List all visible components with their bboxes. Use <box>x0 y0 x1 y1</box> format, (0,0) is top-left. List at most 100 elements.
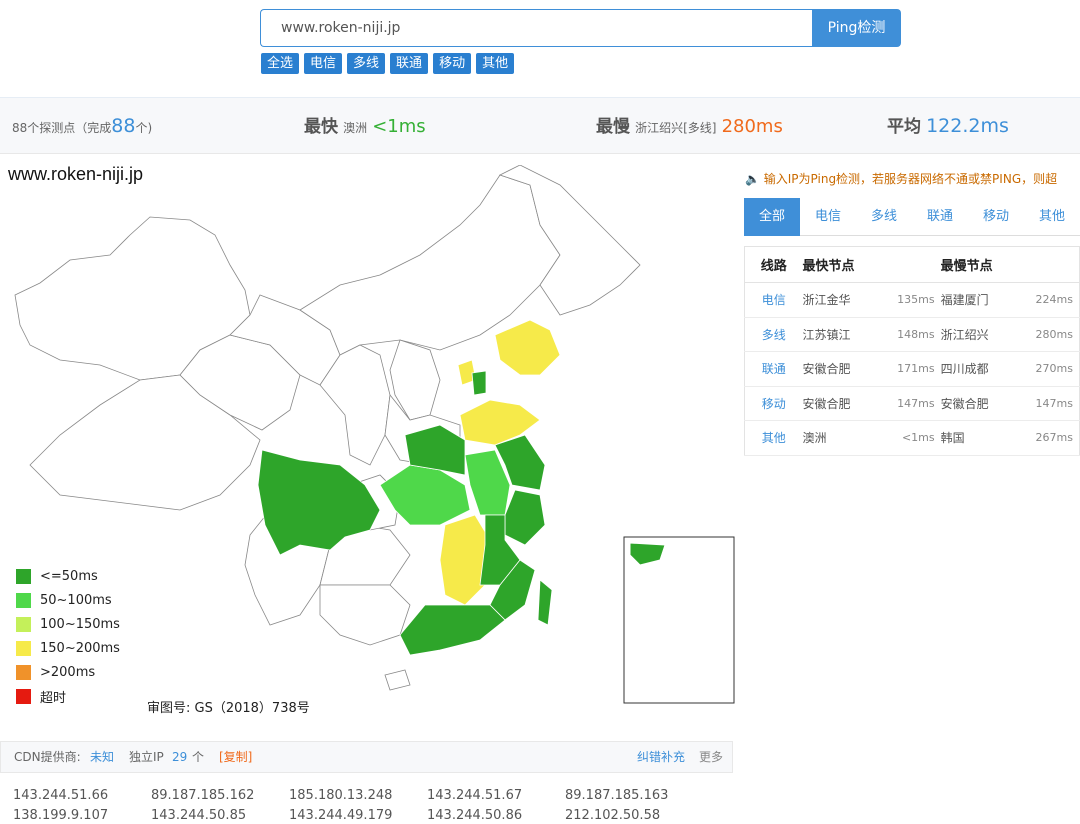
tab-mobile[interactable]: 移动 <box>968 198 1024 236</box>
row-slow-node: 四川成都 <box>940 351 1014 387</box>
ip-address: 143.244.51.67 <box>427 788 523 803</box>
report-correction-link[interactable]: 纠错补充 <box>637 742 685 773</box>
ip-address: 89.187.185.162 <box>151 788 255 803</box>
row-fast-node: 安徽合肥 <box>802 386 875 421</box>
region-tianjin <box>471 370 487 396</box>
table-row: 其他 澳洲 <1ms 韩国 267ms <box>744 420 1080 456</box>
legend-item: >200ms <box>16 660 120 684</box>
row-line[interactable]: 联通 <box>744 351 803 387</box>
legend-label: 超时 <box>40 690 67 706</box>
legend-item: 100~150ms <box>16 612 120 636</box>
row-slow-ms: 270ms <box>1013 351 1080 387</box>
tab-telecom[interactable]: 电信 <box>800 198 856 236</box>
row-line[interactable]: 其他 <box>744 420 803 456</box>
ping-button[interactable]: Ping检测 <box>812 9 901 47</box>
table-row: 多线 江苏镇江 148ms 浙江绍兴 280ms <box>744 317 1080 352</box>
line-tabs: 全部 电信 多线 联通 移动 其他 <box>744 198 1080 236</box>
slowest-value: 280ms <box>721 116 783 137</box>
fastest-location: 澳洲 <box>343 121 368 135</box>
ip-address: 212.102.50.58 <box>565 808 661 823</box>
region-hunan <box>439 514 491 606</box>
legend-swatch <box>16 592 31 608</box>
row-line[interactable]: 电信 <box>744 282 803 318</box>
row-fast-ms: 171ms <box>875 351 941 387</box>
row-fast-node: 江苏镇江 <box>802 317 875 352</box>
slowest-label: 最慢 <box>596 117 630 137</box>
row-fast-ms: 147ms <box>875 386 941 421</box>
row-slow-node: 安徽合肥 <box>940 386 1014 421</box>
row-slow-ms: 224ms <box>1013 282 1080 318</box>
row-slow-ms: 267ms <box>1013 420 1080 456</box>
filter-mobile-button[interactable]: 移动 <box>433 53 472 74</box>
row-line[interactable]: 移动 <box>744 386 803 421</box>
legend-label: 100~150ms <box>40 616 120 632</box>
map-legend: <=50ms 50~100ms 100~150ms 150~200ms >200… <box>16 564 120 708</box>
legend-label: 150~200ms <box>40 640 120 656</box>
table-row: 移动 安徽合肥 147ms 安徽合肥 147ms <box>744 386 1080 421</box>
row-fast-ms: 135ms <box>875 282 941 318</box>
region-liaoning-hebei <box>494 319 561 376</box>
table-row: 联通 安徽合肥 171ms 四川成都 270ms <box>744 351 1080 387</box>
table-header-row: 线路 最快节点 最慢节点 <box>744 246 1080 283</box>
copy-ip-link[interactable]: [复制] <box>219 742 252 773</box>
filter-unicom-button[interactable]: 联通 <box>390 53 429 74</box>
region-hainan <box>384 669 411 691</box>
more-link[interactable]: 更多 <box>699 742 723 773</box>
tab-all[interactable]: 全部 <box>744 198 800 236</box>
row-fast-ms: 148ms <box>875 317 941 352</box>
average-label: 平均 <box>887 117 921 137</box>
ip-address: 143.244.50.85 <box>151 808 247 823</box>
legend-swatch <box>16 664 31 680</box>
ip-address: 89.187.185.163 <box>565 788 669 803</box>
node-done-count: 88 <box>111 115 136 137</box>
slowest-stat: 最慢 浙江绍兴[多线] 280ms <box>596 98 783 155</box>
ip-address: 143.244.50.86 <box>427 808 523 823</box>
line-filters: 全选 电信 多线 联通 移动 其他 <box>261 53 515 74</box>
filter-telecom-button[interactable]: 电信 <box>304 53 343 74</box>
unique-ip-unit: 个 <box>192 750 205 764</box>
ip-address: 143.244.49.179 <box>289 808 393 823</box>
node-count-tail: 个) <box>135 121 153 135</box>
unique-ip-label: 独立IP <box>129 750 164 764</box>
average-value: 122.2ms <box>926 115 1009 137</box>
map-approval-number: 审图号: GS（2018）738号 <box>147 701 310 716</box>
header-fastest: 最快节点 <box>802 246 941 283</box>
ip-address: 185.180.13.248 <box>289 788 393 803</box>
stats-bar: 88个探测点（完成88个) 最快 澳洲 <1ms 最慢 浙江绍兴[多线] 280… <box>0 97 1080 154</box>
notice-text: 🔈 输入IP为Ping检测，若服务器网络不通或禁PING，则超 <box>745 172 1058 186</box>
region-guangdong <box>399 604 506 656</box>
region-taiwan <box>537 579 553 626</box>
region-zhejiang <box>504 489 546 546</box>
cdn-provider-value[interactable]: 未知 <box>90 742 114 773</box>
legend-item: 50~100ms <box>16 588 120 612</box>
legend-item: <=50ms <box>16 564 120 588</box>
header-slowest: 最慢节点 <box>940 246 1080 283</box>
fastest-value: <1ms <box>372 116 426 137</box>
row-slow-ms: 280ms <box>1013 317 1080 352</box>
legend-item: 150~200ms <box>16 636 120 660</box>
row-slow-node: 福建厦门 <box>940 282 1014 318</box>
tab-multiline[interactable]: 多线 <box>856 198 912 236</box>
legend-label: 50~100ms <box>40 592 112 608</box>
tab-other[interactable]: 其他 <box>1024 198 1080 236</box>
legend-label: <=50ms <box>40 568 98 584</box>
row-fast-ms: <1ms <box>875 420 941 456</box>
tab-unicom[interactable]: 联通 <box>912 198 968 236</box>
ip-list-row: 143.244.51.66 89.187.185.162 185.180.13.24… <box>13 788 703 803</box>
south-china-sea-inset <box>623 536 735 704</box>
row-fast-node: 安徽合肥 <box>802 351 875 387</box>
legend-item: 超时 <box>16 684 120 708</box>
average-stat: 平均 122.2ms <box>887 98 1009 155</box>
filter-other-button[interactable]: 其他 <box>476 53 515 74</box>
region-shandong <box>459 399 541 446</box>
unique-ip-count: 29 <box>172 750 188 764</box>
header: www.roken-niji.jp Ping检测 全选 电信 多线 联通 移动 … <box>0 0 1080 97</box>
row-line[interactable]: 多线 <box>744 317 803 352</box>
search-input[interactable]: www.roken-niji.jp <box>260 9 812 47</box>
header-line: 线路 <box>744 246 803 283</box>
filter-multiline-button[interactable]: 多线 <box>347 53 386 74</box>
filter-all-button[interactable]: 全选 <box>261 53 300 74</box>
cdn-provider-label: CDN提供商: <box>14 750 81 764</box>
ip-address: 143.244.51.66 <box>13 788 109 803</box>
line-summary-table: 线路 最快节点 最慢节点 电信 浙江金华 135ms 福建厦门 224ms 多线 江苏镇江… <box>744 246 1080 456</box>
